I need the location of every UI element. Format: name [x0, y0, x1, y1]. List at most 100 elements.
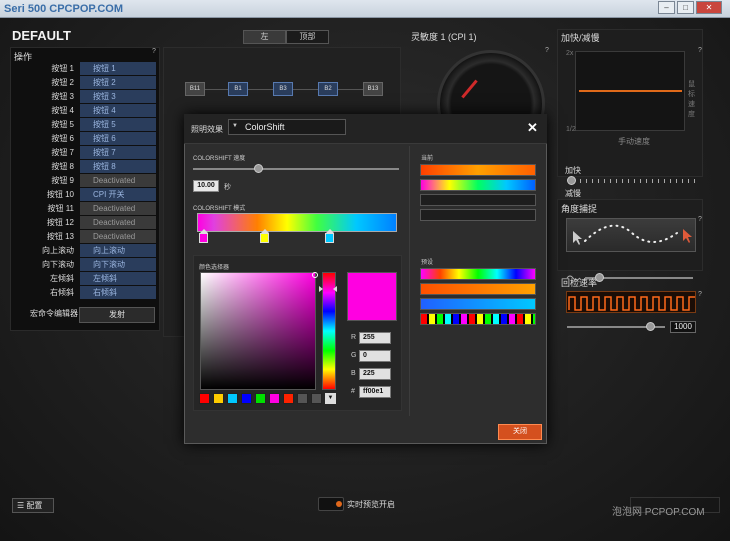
graph-y-bottom: 1/2	[566, 126, 576, 133]
button-assignment[interactable]: Deactivated	[80, 174, 156, 187]
help-icon[interactable]: ?	[545, 47, 549, 54]
mouse-button-b11[interactable]: B11	[185, 82, 205, 96]
current-gradient[interactable]	[420, 164, 536, 176]
button-assignment-panel: 操作 ? 按钮 1 按钮 1 按钮 2 按钮 2 按钮 3 按钮 3 按钮 4 按钮 4 按钮 …	[10, 47, 160, 331]
mouse-button-b13[interactable]: B13	[363, 82, 383, 96]
button-assignment[interactable]: 按钮 3	[80, 90, 156, 103]
square-wave-icon	[568, 296, 695, 311]
button-assignment[interactable]: 向上滚动	[80, 244, 156, 257]
help-icon[interactable]: ?	[698, 291, 702, 298]
color-swatch[interactable]	[241, 393, 252, 404]
help-icon[interactable]: ?	[698, 47, 702, 54]
button-row: 按钮 7 按钮 7	[15, 146, 157, 159]
button-assignment[interactable]: CPI 开关	[80, 188, 156, 201]
current-gradient[interactable]	[420, 194, 536, 206]
acceleration-curve	[579, 90, 682, 92]
macro-editor-label: 宏命令编辑器	[30, 309, 78, 318]
help-icon[interactable]: ?	[152, 48, 156, 55]
button-assignment[interactable]: 左倾斜	[80, 272, 156, 285]
mouse-button-b3[interactable]: B3	[273, 82, 293, 96]
snapping-curve-icon	[573, 224, 692, 245]
button-assignment[interactable]: 按钮 6	[80, 132, 156, 145]
preset-gradient[interactable]	[420, 283, 536, 295]
color-swatch[interactable]	[213, 393, 224, 404]
button-assignment[interactable]: 按钮 5	[80, 118, 156, 131]
color-swatch[interactable]	[311, 393, 322, 404]
hue-marker-left[interactable]	[319, 286, 323, 292]
button-assignment[interactable]: 按钮 2	[80, 76, 156, 89]
button-assignment[interactable]: Deactivated	[80, 216, 156, 229]
gradient-stop[interactable]	[325, 233, 334, 243]
tab-top[interactable]: 顶部	[286, 30, 329, 44]
preset-gradient[interactable]	[420, 313, 536, 325]
button-assignment[interactable]: 按钮 8	[80, 160, 156, 173]
button-row-label: 按钮 2	[51, 78, 74, 87]
polling-rate-value[interactable]: 1000	[670, 321, 696, 333]
button-assignment[interactable]: 向下滚动	[80, 258, 156, 271]
colorshift-mode-label: COLORSHIFT 模式	[193, 206, 246, 212]
help-icon[interactable]: ?	[698, 216, 702, 223]
r-input[interactable]: 255	[359, 332, 391, 344]
acceleration-title: 加快/减慢	[561, 33, 600, 43]
color-swatch[interactable]	[283, 393, 294, 404]
button-row: 按钮 6 按钮 6	[15, 132, 157, 145]
button-row-label: 左倾斜	[50, 274, 74, 283]
preview-indicator	[336, 501, 342, 507]
b-input[interactable]: 225	[359, 368, 391, 380]
button-row-label: 向上滚动	[42, 246, 74, 255]
saturation-value-square[interactable]	[200, 272, 316, 390]
watermark-top: Seri 500 CPCPOP.COM	[4, 3, 124, 15]
fire-button[interactable]: 发射	[79, 307, 155, 323]
list-icon: ☰	[17, 501, 27, 510]
g-input[interactable]: 0	[359, 350, 391, 362]
color-cursor[interactable]	[312, 272, 318, 278]
angle-snapping-title: 角度捕捉	[561, 204, 598, 214]
speed-input[interactable]: 10.00	[193, 180, 219, 192]
config-button[interactable]: ☰ 配置	[12, 498, 54, 513]
speed-slider-track	[193, 168, 399, 170]
button-assignment[interactable]: Deactivated	[80, 202, 156, 215]
gradient-stop[interactable]	[199, 233, 208, 243]
color-swatch[interactable]	[269, 393, 280, 404]
selected-color-preview	[347, 272, 397, 321]
color-swatch[interactable]	[255, 393, 266, 404]
view-tabs: 左 顶部	[243, 30, 329, 44]
tab-left[interactable]: 左	[243, 30, 286, 44]
angle-snapping-visual	[566, 218, 696, 252]
mouse-button-b1[interactable]: B1	[228, 82, 248, 96]
hue-marker-right[interactable]	[333, 286, 337, 292]
close-dialog-button[interactable]: 关闭	[498, 424, 542, 440]
mouse-button-b2[interactable]: B2	[318, 82, 338, 96]
lighting-effect-select[interactable]: ColorShift	[228, 119, 346, 135]
color-swatch[interactable]	[227, 393, 238, 404]
maximize-button[interactable]: □	[677, 1, 694, 14]
minimize-button[interactable]: –	[658, 1, 675, 14]
button-row: 按钮 1 按钮 1	[15, 62, 157, 75]
preset-gradient[interactable]	[420, 268, 536, 280]
button-row-label: 向下滚动	[42, 260, 74, 269]
button-assignment[interactable]: 按钮 4	[80, 104, 156, 117]
button-assignment[interactable]: 按钮 7	[80, 146, 156, 159]
button-assignment[interactable]: 按钮 1	[80, 62, 156, 75]
graph-x-label: 手动速度	[618, 137, 650, 146]
button-row-label: 右倾斜	[50, 288, 74, 297]
color-swatch[interactable]	[199, 393, 210, 404]
hex-input[interactable]: ff00e1	[359, 386, 391, 398]
button-row: 按钮 12 Deactivated	[15, 216, 157, 229]
decelerate-label: 减慢	[565, 189, 581, 198]
more-swatches-icon[interactable]: ▼	[325, 393, 336, 404]
current-gradient[interactable]	[420, 209, 536, 221]
close-window-button[interactable]: ✕	[696, 1, 722, 14]
realtime-preview-label: 实时预览开启	[347, 500, 395, 509]
polling-slider-thumb[interactable]	[645, 322, 655, 331]
b-label: B	[351, 370, 356, 377]
gradient-bar[interactable]	[197, 213, 397, 232]
close-dialog-icon[interactable]: ✕	[527, 120, 538, 136]
button-row: 按钮 8 按钮 8	[15, 160, 157, 173]
current-gradient[interactable]	[420, 179, 536, 191]
button-assignment[interactable]: 右倾斜	[80, 286, 156, 299]
gradient-stop[interactable]	[260, 233, 269, 243]
preset-gradient[interactable]	[420, 298, 536, 310]
color-swatch[interactable]	[297, 393, 308, 404]
button-assignment[interactable]: Deactivated	[80, 230, 156, 243]
